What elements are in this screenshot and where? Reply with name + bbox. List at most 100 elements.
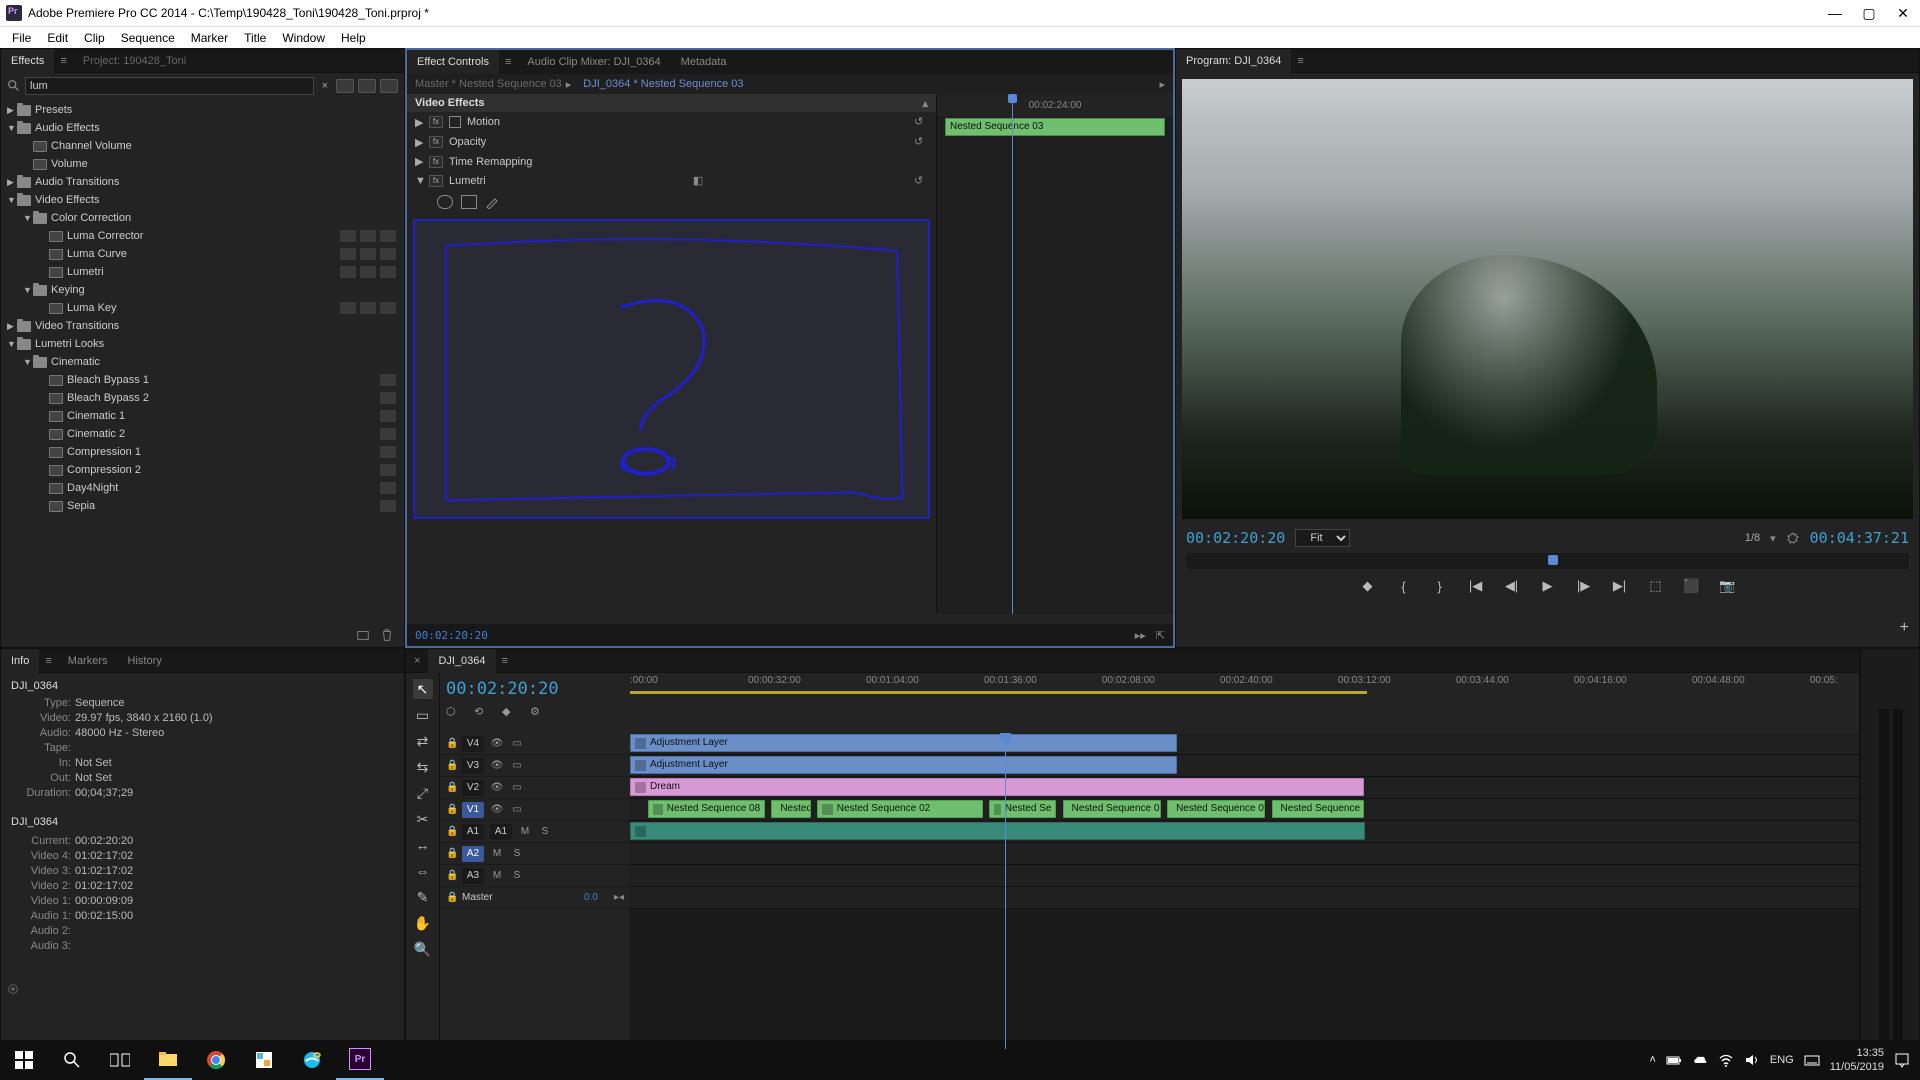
track-lane-v2[interactable]: Dream [630, 777, 1859, 799]
program-button-editor[interactable]: + [1900, 619, 1909, 637]
toggle-sync-icon[interactable]: ▭ [510, 738, 524, 749]
toggle-output-icon[interactable]: 👁 [490, 760, 504, 771]
effects-item-audio-effects[interactable]: ▼Audio Effects [1, 119, 404, 137]
clip-adjustment-layer[interactable]: Adjustment Layer [630, 756, 1177, 774]
tab-audio-clip-mixer[interactable]: Audio Clip Mixer: DJI_0364 [517, 50, 670, 74]
effects-item-cinematic-2[interactable]: Cinematic 2 [1, 425, 404, 443]
program-timecode-left[interactable]: 00:02:20:20 [1186, 529, 1285, 547]
toggle-output-icon[interactable]: 👁 [490, 738, 504, 749]
track-head-a2[interactable]: 🔒A2MS [440, 843, 630, 865]
toggle-sync-icon[interactable]: ▭ [510, 804, 524, 815]
track-target[interactable]: V4 [462, 736, 484, 752]
program-menu-icon[interactable]: ≡ [1291, 55, 1309, 67]
reset-icon[interactable]: ↺ [914, 115, 928, 129]
solo-button[interactable]: S [510, 870, 524, 881]
ec-master-label[interactable]: Master * Nested Sequence 03 [415, 78, 562, 90]
wifi-icon[interactable] [1718, 1052, 1734, 1068]
effects-item-cinematic-1[interactable]: Cinematic 1 [1, 407, 404, 425]
effects-item-luma-corrector[interactable]: Luma Corrector [1, 227, 404, 245]
filter-accelerated-icon[interactable] [336, 79, 354, 93]
volume-icon[interactable] [1744, 1052, 1760, 1068]
effects-item-bleach-bypass-1[interactable]: Bleach Bypass 1 [1, 371, 404, 389]
track-lane-a1[interactable] [630, 821, 1859, 843]
info-menu-icon[interactable]: ≡ [39, 655, 57, 667]
extract-button[interactable]: ⬛ [1683, 577, 1701, 595]
program-resolution[interactable]: 1/8 [1745, 532, 1760, 544]
track-target[interactable]: A3 [462, 868, 484, 884]
timeline-tracks-area[interactable]: Adjustment LayerAdjustment LayerDreamNes… [630, 733, 1859, 1049]
program-scrubber[interactable] [1186, 553, 1909, 569]
scrubber-playhead-icon[interactable] [1548, 555, 1558, 565]
mute-button[interactable]: M [490, 848, 504, 859]
lock-icon[interactable]: 🔒 [446, 782, 456, 793]
effects-item-volume[interactable]: Volume [1, 155, 404, 173]
clip-nested-sequence-06[interactable]: Nested Sequence 06 [1167, 800, 1265, 818]
slip-tool[interactable]: ↔ [413, 835, 433, 855]
ec-foot-timecode[interactable]: 00:02:20:20 [415, 629, 488, 642]
solo-button[interactable]: S [510, 848, 524, 859]
add-marker-button[interactable]: ◆ [1359, 577, 1377, 595]
expand-arrow-icon[interactable]: ▶ [415, 136, 423, 149]
razor-tool[interactable]: ✂ [413, 809, 433, 829]
rolling-tool[interactable]: ⇆ [413, 757, 433, 777]
clip-nested-sequence-02[interactable]: Nested Sequence 02 [817, 800, 983, 818]
menu-file[interactable]: File [4, 31, 39, 45]
track-head-v1[interactable]: 🔒V1👁▭ [440, 799, 630, 821]
tab-effects[interactable]: Effects [1, 49, 54, 73]
pen-tool[interactable]: ✎ [413, 887, 433, 907]
chrome-button[interactable] [192, 1040, 240, 1080]
master-value[interactable]: 0.0 [584, 892, 598, 903]
reset-icon[interactable]: ↺ [914, 174, 928, 188]
timeline-ruler[interactable]: :00:0000:00:32:0000:01:04:0000:01:36:000… [630, 673, 1859, 701]
export-frame-button[interactable]: 📷 [1719, 577, 1737, 595]
ie-button[interactable] [288, 1040, 336, 1080]
rate-tool[interactable]: ⤢ [413, 783, 433, 803]
file-explorer-button[interactable] [144, 1040, 192, 1080]
clip-nested-sequence-05[interactable]: Nested Sequence 05 [1063, 800, 1161, 818]
clip-nested-sequence-08[interactable]: Nested Sequence 08 [648, 800, 765, 818]
timeline-playhead[interactable] [1005, 733, 1006, 1049]
track-target[interactable]: V3 [462, 758, 484, 774]
go-to-in-button[interactable]: |◀ [1467, 577, 1485, 595]
toggle-sync-icon[interactable]: ▭ [510, 760, 524, 771]
ec-nested-label[interactable]: DJI_0364 * Nested Sequence 03 [583, 78, 743, 90]
delete-icon[interactable] [380, 628, 394, 642]
expand-arrow-icon[interactable]: ▶ [415, 116, 423, 129]
ec-toggle-icon[interactable]: ⇱ [1156, 629, 1165, 642]
new-bin-icon[interactable] [356, 628, 370, 642]
expand-arrow-icon[interactable]: ▶ [415, 155, 423, 168]
ec-toggle-timeline-icon[interactable]: ▸ [1159, 78, 1165, 91]
linked-selection-icon[interactable]: ⟲ [474, 705, 492, 721]
mark-out-button[interactable]: } [1431, 577, 1449, 595]
toggle-output-icon[interactable]: 👁 [490, 782, 504, 793]
fx-toggle-icon[interactable]: fx [429, 175, 443, 187]
lift-button[interactable]: ⬚ [1647, 577, 1665, 595]
ec-prop-motion[interactable]: ▶fxMotion↺ [407, 112, 936, 132]
effects-item-keying[interactable]: ▼Keying [1, 281, 404, 299]
maximize-button[interactable]: ▢ [1862, 6, 1876, 20]
minimize-button[interactable]: — [1828, 6, 1842, 20]
mask-ellipse-icon[interactable] [437, 195, 453, 209]
ec-prop-time-remapping[interactable]: ▶fxTime Remapping [407, 152, 936, 171]
effects-search-input[interactable] [25, 77, 314, 95]
track-head-v4[interactable]: 🔒V4👁▭ [440, 733, 630, 755]
work-area-bar[interactable] [630, 691, 1367, 694]
mute-button[interactable]: M [518, 826, 532, 837]
tab-metadata[interactable]: Metadata [671, 50, 737, 74]
effects-item-color-correction[interactable]: ▼Color Correction [1, 209, 404, 227]
ec-prop-lumetri[interactable]: ▼fxLumetri◧↺ [407, 171, 936, 191]
onedrive-icon[interactable] [1692, 1052, 1708, 1068]
premiere-button[interactable]: Pr [336, 1040, 384, 1080]
effects-panel-menu-icon[interactable]: ≡ [54, 55, 72, 67]
effects-item-sepia[interactable]: Sepia [1, 497, 404, 515]
hand-tool[interactable]: ✋ [413, 913, 433, 933]
track-head-a1[interactable]: 🔒A1A1MS [440, 821, 630, 843]
mute-button[interactable]: M [490, 870, 504, 881]
effects-item-compression-1[interactable]: Compression 1 [1, 443, 404, 461]
track-target[interactable]: V2 [462, 780, 484, 796]
track-lane-master[interactable] [630, 887, 1859, 909]
close-button[interactable]: ✕ [1896, 6, 1910, 20]
track-head-master[interactable]: 🔒Master0.0▸◂ [440, 887, 630, 909]
expand-icon[interactable]: ▸◂ [614, 892, 624, 903]
effects-tree[interactable]: ▶Presets▼Audio EffectsChannel VolumeVolu… [1, 99, 404, 641]
